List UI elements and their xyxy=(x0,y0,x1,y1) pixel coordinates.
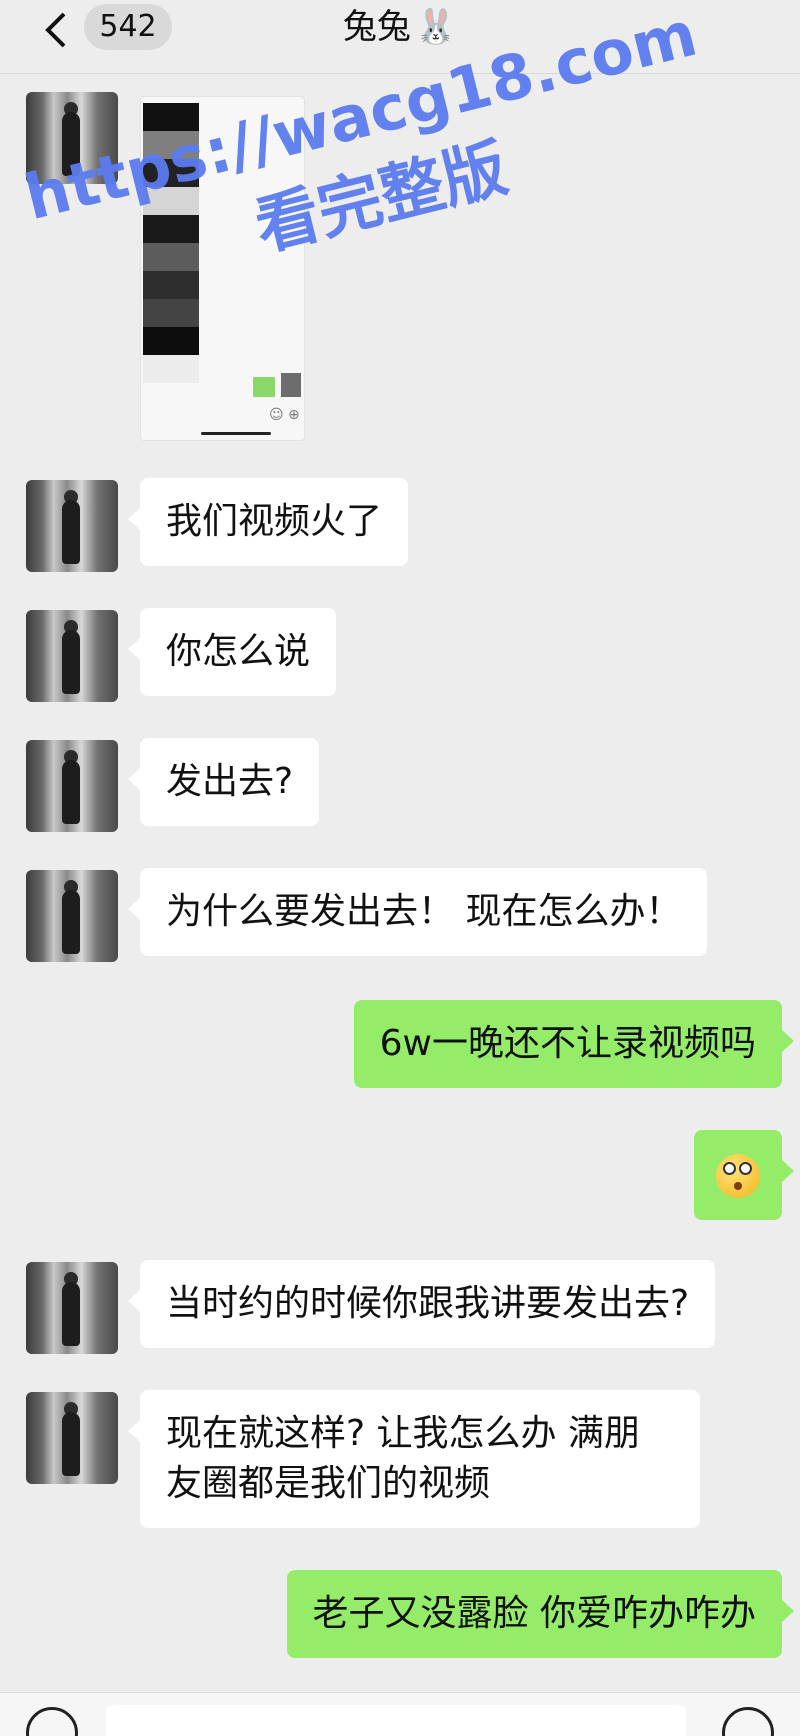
contact-avatar[interactable] xyxy=(26,870,118,962)
voice-input-icon[interactable] xyxy=(26,1707,78,1736)
pixelated-image xyxy=(143,103,199,383)
incoming-message-bubble[interactable]: 为什么要发出去！ 现在怎么办！ xyxy=(127,868,708,956)
thumbnail-green-bubble xyxy=(253,377,275,397)
thumbnail-input-icons: ☺ ⊕ xyxy=(269,407,300,423)
contact-avatar[interactable] xyxy=(26,610,118,702)
rabbit-emoji: 🐰 xyxy=(414,7,458,47)
more-options-icon[interactable] xyxy=(722,1707,774,1736)
incoming-message-bubble[interactable]: 发出去? xyxy=(127,738,320,826)
outgoing-emoji-bubble[interactable] xyxy=(694,1130,794,1220)
watermark-subtitle: 看完整版 xyxy=(248,131,515,266)
incoming-message-bubble[interactable]: 我们视频火了 xyxy=(127,478,409,566)
image-message[interactable]: ☺ ⊕ xyxy=(140,96,305,441)
contact-name: 兔兔 xyxy=(342,7,411,47)
message-input-bar xyxy=(0,1692,800,1736)
message-input[interactable] xyxy=(106,1705,686,1736)
outgoing-message-bubble[interactable]: 老子又没露脸 你爱咋办咋办 xyxy=(286,1570,795,1658)
incoming-message-bubble[interactable]: 现在就这样? 让我怎么办 满朋友圈都是我们的视频 xyxy=(128,1390,700,1528)
chat-header: 542 兔兔 🐰 xyxy=(0,0,800,74)
outgoing-message-bubble[interactable]: 6w一晚还不让录视频吗 xyxy=(353,1000,795,1088)
thumbnail-home-bar xyxy=(201,432,271,435)
incoming-message-bubble[interactable]: 你怎么说 xyxy=(127,608,337,696)
incoming-message-bubble[interactable]: 当时约的时候你跟我讲要发出去? xyxy=(127,1260,716,1348)
contact-avatar[interactable] xyxy=(26,480,118,572)
contact-avatar[interactable] xyxy=(26,1392,118,1484)
contact-avatar[interactable] xyxy=(26,1262,118,1354)
contact-avatar[interactable] xyxy=(26,92,118,184)
contact-avatar[interactable] xyxy=(26,740,118,832)
chat-title: 兔兔 🐰 xyxy=(0,4,800,50)
dizzy-face-emoji-icon xyxy=(716,1154,760,1198)
thumbnail-avatar xyxy=(281,373,301,397)
